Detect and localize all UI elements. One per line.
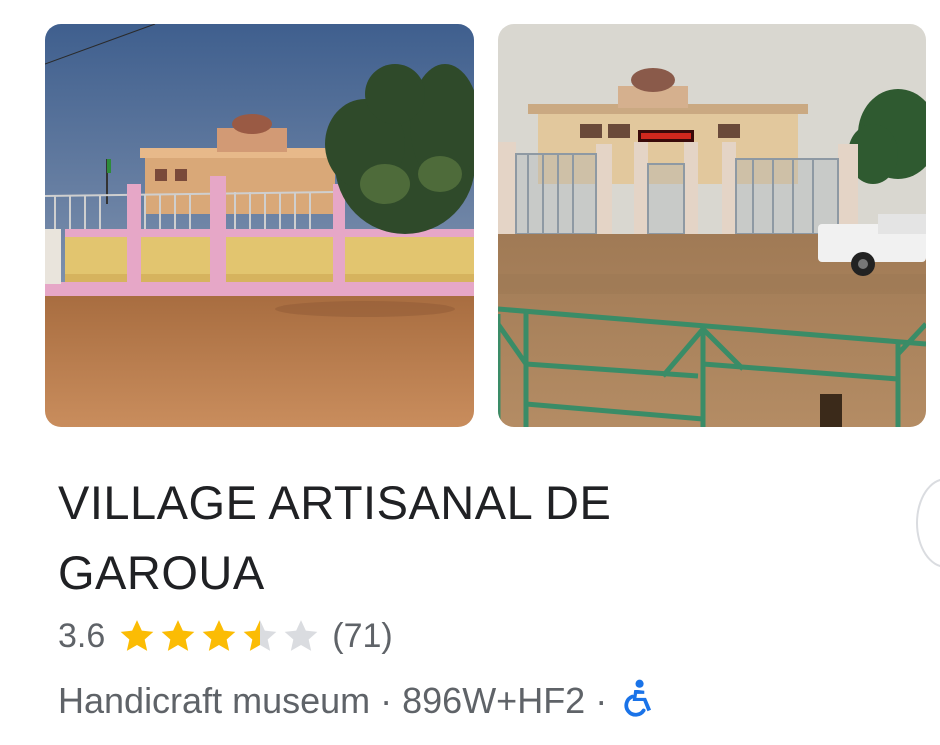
place-category[interactable]: Handicraft museum (58, 680, 370, 722)
photo-2-image (498, 24, 926, 427)
photo-1-image (45, 24, 474, 427)
place-photo-2[interactable] (498, 24, 926, 427)
review-count[interactable]: (71) (332, 617, 392, 656)
star-filled-icon (161, 620, 195, 651)
separator: · (380, 680, 393, 721)
star-empty-icon (284, 620, 318, 651)
separator: · (595, 680, 608, 721)
place-title-line-2: GAROUA (58, 546, 265, 599)
wheelchair-icon[interactable] (619, 679, 657, 723)
star-rating (117, 616, 322, 656)
star-filled-icon (202, 620, 236, 651)
place-title-line-1: VILLAGE ARTISANAL DE (58, 476, 612, 529)
side-action-button[interactable] (916, 478, 940, 568)
rating-value: 3.6 (58, 616, 106, 655)
rating-row[interactable]: 3.6 (71) (58, 612, 393, 660)
place-title: VILLAGE ARTISANAL DE GAROUA (58, 468, 758, 608)
plus-code[interactable]: 896W+HF2 (402, 680, 585, 722)
place-meta-row: Handicraft museum · 896W+HF2 · (58, 676, 657, 726)
star-filled-icon (120, 620, 154, 651)
star-half-icon (243, 620, 277, 651)
place-photo-1[interactable] (45, 24, 474, 427)
